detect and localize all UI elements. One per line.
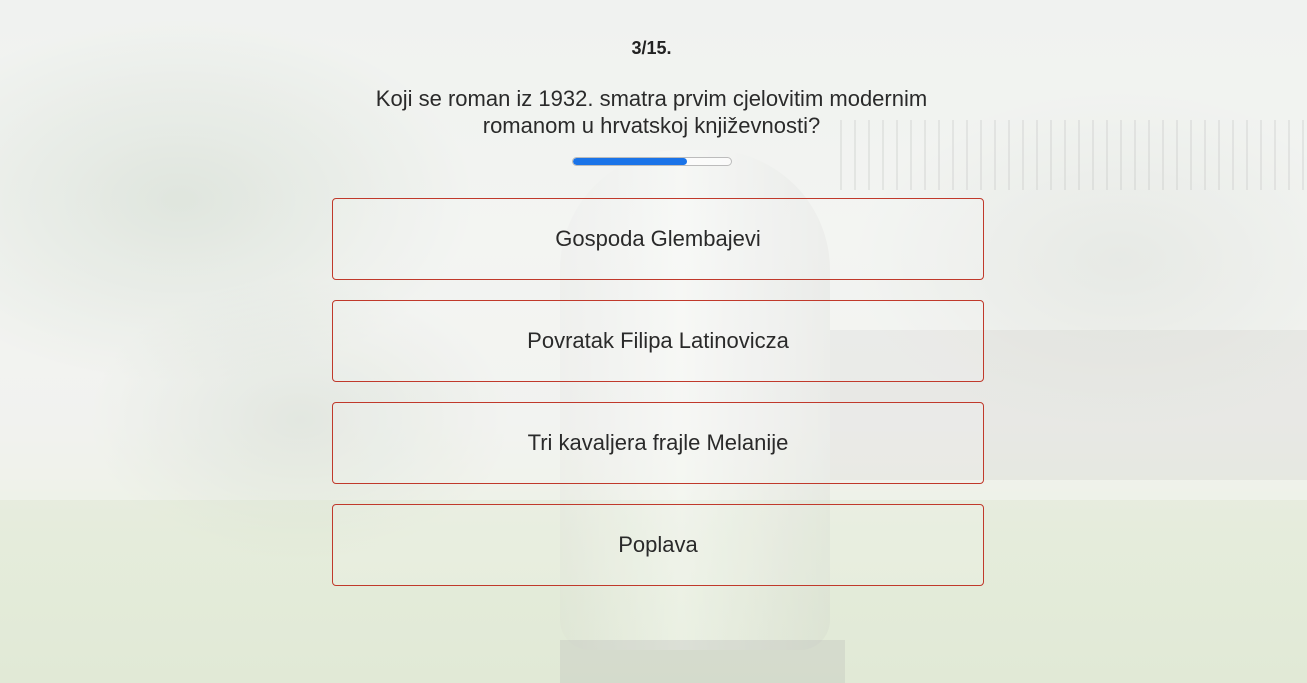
answer-option-1[interactable]: Gospoda Glembajevi — [332, 198, 984, 280]
progress-bar-fill — [573, 158, 687, 165]
answer-option-3[interactable]: Tri kavaljera frajle Melanije — [332, 402, 984, 484]
answer-list: Gospoda Glembajevi Povratak Filipa Latin… — [332, 198, 984, 606]
answer-option-label: Poplava — [618, 532, 698, 557]
quiz-panel: 3/15. Koji se roman iz 1932. smatra prvi… — [0, 0, 1307, 683]
answer-option-label: Povratak Filipa Latinovicza — [527, 328, 789, 353]
answer-option-label: Tri kavaljera frajle Melanije — [527, 430, 789, 455]
question-counter: 3/15. — [631, 38, 672, 58]
quiz-screen: 3/15. Koji se roman iz 1932. smatra prvi… — [0, 0, 1307, 683]
progress-bar — [572, 157, 732, 166]
answer-option-2[interactable]: Povratak Filipa Latinovicza — [332, 300, 984, 382]
answer-option-label: Gospoda Glembajevi — [555, 226, 761, 251]
answer-option-4[interactable]: Poplava — [332, 504, 984, 586]
question-text: Koji se roman iz 1932. smatra prvim cjel… — [375, 86, 928, 138]
